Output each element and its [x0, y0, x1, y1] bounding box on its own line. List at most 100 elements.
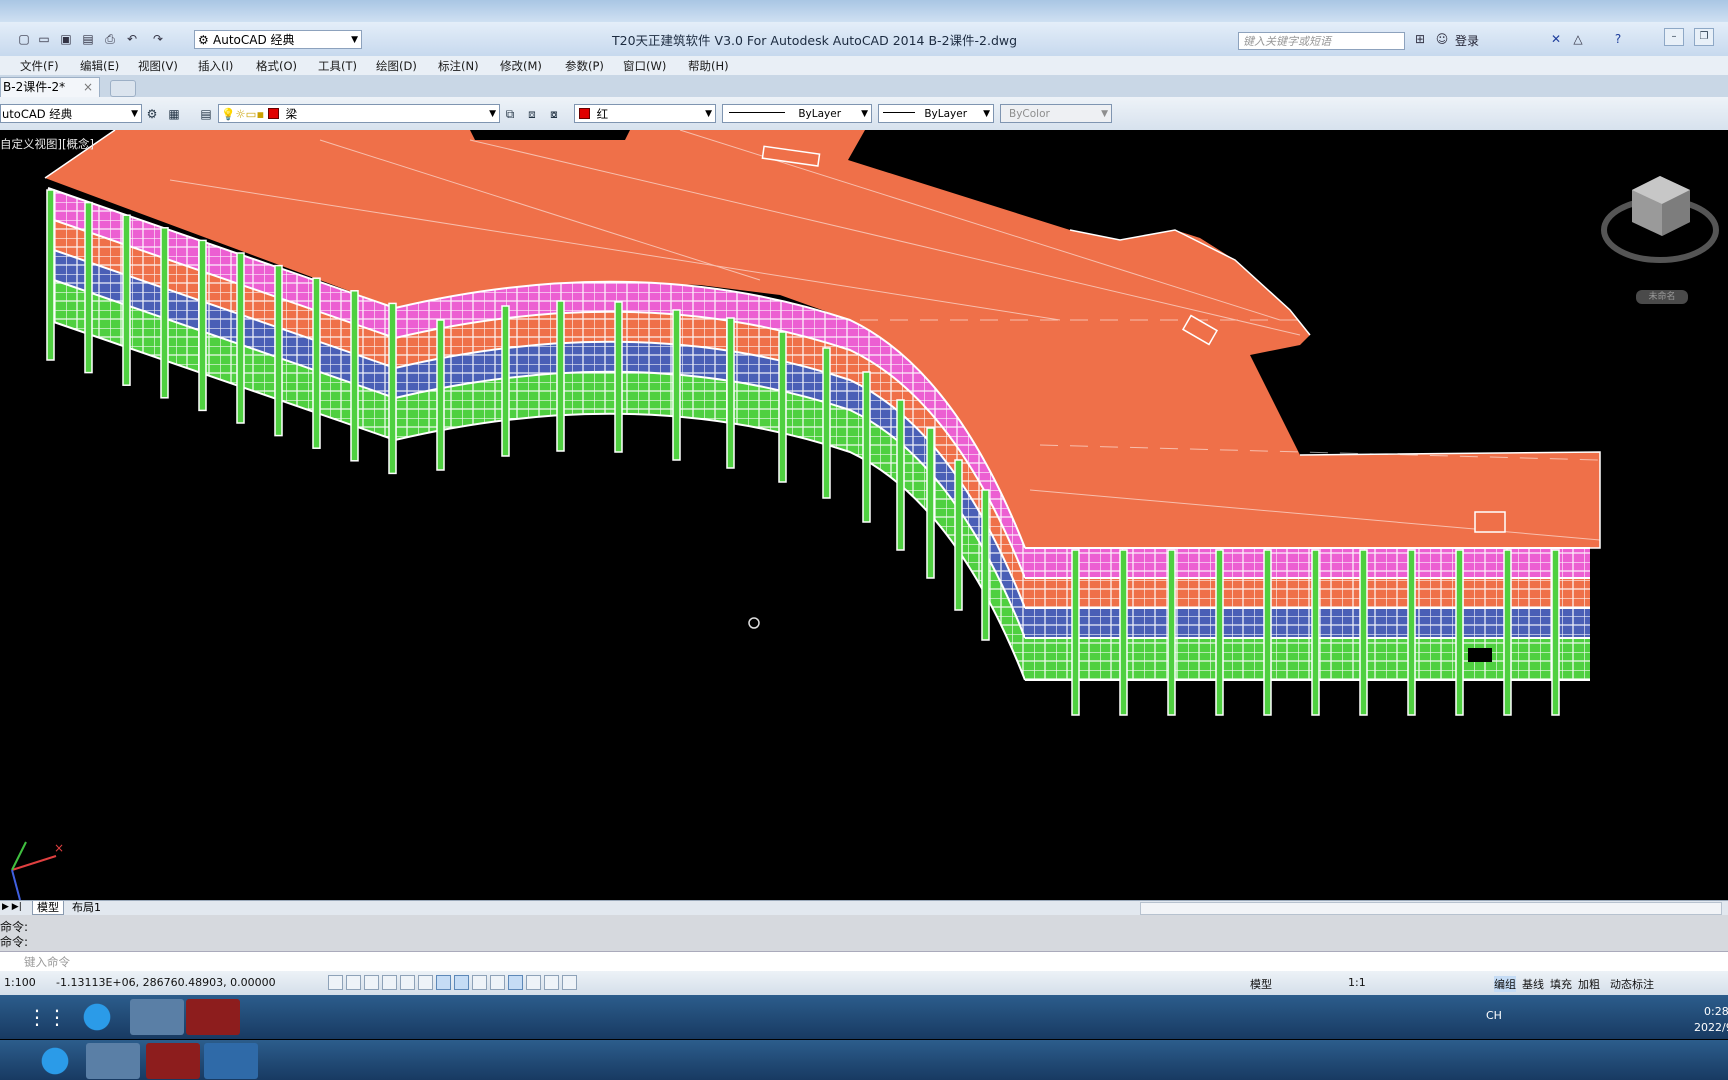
redo-icon[interactable]: ↷ — [150, 31, 166, 47]
workspace-dropdown[interactable]: utoCAD 经典 ▼ — [0, 104, 142, 123]
menu-parametric[interactable]: 参数(P) — [565, 58, 604, 74]
media-player-icon[interactable] — [204, 1043, 258, 1079]
building-3d-model: × — [11, 130, 1719, 900]
workspace-select[interactable]: ⚙ AutoCAD 经典 ▼ — [194, 30, 362, 49]
document-tab[interactable]: B-2课件-2* × — [0, 77, 100, 97]
layer-dropdown[interactable]: 💡☼▭▪ 梁 ▼ — [218, 104, 500, 123]
lineweight-dropdown-value: ByLayer — [924, 108, 968, 120]
svg-text:×: × — [54, 841, 64, 855]
menu-dimension[interactable]: 标注(N) — [438, 58, 479, 74]
new-tab-button[interactable] — [110, 80, 136, 97]
gear-icon[interactable]: ⚙ — [144, 106, 160, 122]
column — [350, 290, 359, 462]
selection-cycling-icon[interactable] — [562, 975, 577, 990]
horizontal-scrollbar[interactable] — [1140, 902, 1722, 915]
layer-previous-icon[interactable]: ⧈ — [524, 106, 540, 122]
menu-edit[interactable]: 编辑(E) — [80, 58, 119, 74]
chevron-down-icon: ▼ — [1101, 109, 1108, 119]
layer-properties-icon[interactable]: ▤ — [198, 106, 214, 122]
cursor-coordinates[interactable]: -1.13113E+06, 286760.48903, 0.00000 — [56, 976, 276, 989]
restore-button[interactable]: ❐ — [1694, 28, 1714, 46]
sogou-icon[interactable] — [70, 999, 124, 1035]
command-history-line: 命令: — [0, 935, 29, 949]
group-toggle[interactable]: 编组 — [1494, 976, 1516, 992]
osnap-icon[interactable] — [418, 975, 433, 990]
menu-format[interactable]: 格式(O) — [256, 58, 297, 74]
infer-constraints-icon[interactable] — [328, 975, 343, 990]
menu-modify[interactable]: 修改(M) — [500, 58, 542, 74]
apps-grid-icon[interactable]: ⋮⋮ — [20, 999, 74, 1035]
3d-osnap-icon[interactable] — [436, 975, 451, 990]
column — [556, 300, 565, 452]
linetype-dropdown[interactable]: ByLayer ▼ — [722, 104, 872, 123]
dynamic-dimension-toggle[interactable]: 动态标注 — [1610, 976, 1654, 992]
save-as-icon[interactable]: ▤ — [80, 31, 96, 47]
user-icon[interactable]: ☺ — [1434, 31, 1450, 47]
layer-state-icon[interactable]: ⧇ — [546, 106, 562, 122]
dynamic-input-icon[interactable] — [490, 975, 505, 990]
presentation-app-icon[interactable] — [130, 999, 184, 1035]
model-viewport[interactable]: × 自定义视图][概念] 未命名 — [0, 130, 1728, 900]
baseline-toggle[interactable]: 基线 — [1522, 976, 1544, 992]
autodesk-a360-icon[interactable]: △ — [1570, 31, 1586, 47]
close-icon[interactable]: × — [83, 78, 93, 97]
otrack-icon[interactable] — [454, 975, 469, 990]
color-dropdown[interactable]: 红 ▼ — [574, 104, 716, 123]
print-icon[interactable]: ⎙ — [102, 31, 118, 47]
presentation-app-icon[interactable] — [86, 1043, 140, 1079]
quick-properties-icon[interactable] — [544, 975, 559, 990]
login-button[interactable]: 登录 — [1455, 32, 1479, 49]
column — [926, 427, 935, 579]
snap-mode-icon[interactable] — [346, 975, 361, 990]
menu-insert[interactable]: 插入(I) — [198, 58, 233, 74]
lineweight-preview — [883, 112, 915, 113]
bold-toggle[interactable]: 加粗 — [1578, 976, 1600, 992]
menu-draw[interactable]: 绘图(D) — [376, 58, 417, 74]
menu-help[interactable]: 帮助(H) — [688, 58, 729, 74]
workspace-settings-icon[interactable]: ▦ — [166, 106, 182, 122]
ortho-mode-icon[interactable] — [382, 975, 397, 990]
layer-dropdown-value: 梁 — [285, 107, 298, 121]
command-input[interactable]: 键入命令 — [0, 951, 1728, 972]
column — [1071, 549, 1080, 716]
menu-view[interactable]: 视图(V) — [138, 58, 178, 74]
new-file-icon[interactable]: ▢ — [16, 31, 32, 47]
menu-window[interactable]: 窗口(W) — [623, 58, 666, 74]
menu-file[interactable]: 文件(F) — [20, 58, 59, 74]
grid-display-icon[interactable] — [364, 975, 379, 990]
plotstyle-dropdown-value: ByColor — [1009, 108, 1050, 120]
autocad-app-icon[interactable] — [146, 1043, 200, 1079]
clock-date[interactable]: 2022/9 — [1694, 1021, 1728, 1034]
chevron-down-icon: ▼ — [489, 109, 496, 119]
annotation-scale[interactable]: 1:100 — [4, 976, 36, 989]
fill-toggle[interactable]: 填充 — [1550, 976, 1572, 992]
lineweight-icon[interactable] — [508, 975, 523, 990]
column — [1551, 549, 1560, 716]
lineweight-dropdown[interactable]: ByLayer ▼ — [878, 104, 994, 123]
ducs-icon[interactable] — [472, 975, 487, 990]
clock-time[interactable]: 0:28 — [1704, 1005, 1728, 1018]
search-input[interactable]: 键入关键字或短语 — [1238, 32, 1405, 50]
binoculars-icon[interactable]: ⊞ — [1412, 31, 1428, 47]
polar-tracking-icon[interactable] — [400, 975, 415, 990]
undo-icon[interactable]: ↶ — [124, 31, 140, 47]
exchange-icon[interactable]: ✕ — [1548, 31, 1564, 47]
tab-nav-arrows[interactable]: ▶ ▶| — [2, 901, 22, 914]
help-icon[interactable]: ? — [1610, 31, 1626, 47]
viewport-label[interactable]: 自定义视图][概念] — [0, 136, 94, 152]
tab-layout1[interactable]: 布局1 — [68, 901, 105, 914]
annotation-scale-right[interactable]: 1:1 — [1348, 976, 1366, 989]
sogou-icon[interactable] — [28, 1043, 82, 1079]
viewcube-label[interactable]: 未命名 — [1636, 290, 1688, 304]
save-icon[interactable]: ▣ — [58, 31, 74, 47]
model-space-toggle[interactable]: 模型 — [1250, 976, 1272, 992]
input-language[interactable]: CH — [1486, 1009, 1502, 1022]
transparency-icon[interactable] — [526, 975, 541, 990]
autocad-app-icon[interactable] — [186, 999, 240, 1035]
minimize-button[interactable]: – — [1664, 28, 1684, 46]
tab-model[interactable]: 模型 — [32, 901, 64, 915]
open-file-icon[interactable]: ▭ — [36, 31, 52, 47]
column — [1359, 549, 1368, 716]
make-current-layer-icon[interactable]: ⧉ — [502, 106, 518, 122]
menu-tools[interactable]: 工具(T) — [318, 58, 357, 74]
